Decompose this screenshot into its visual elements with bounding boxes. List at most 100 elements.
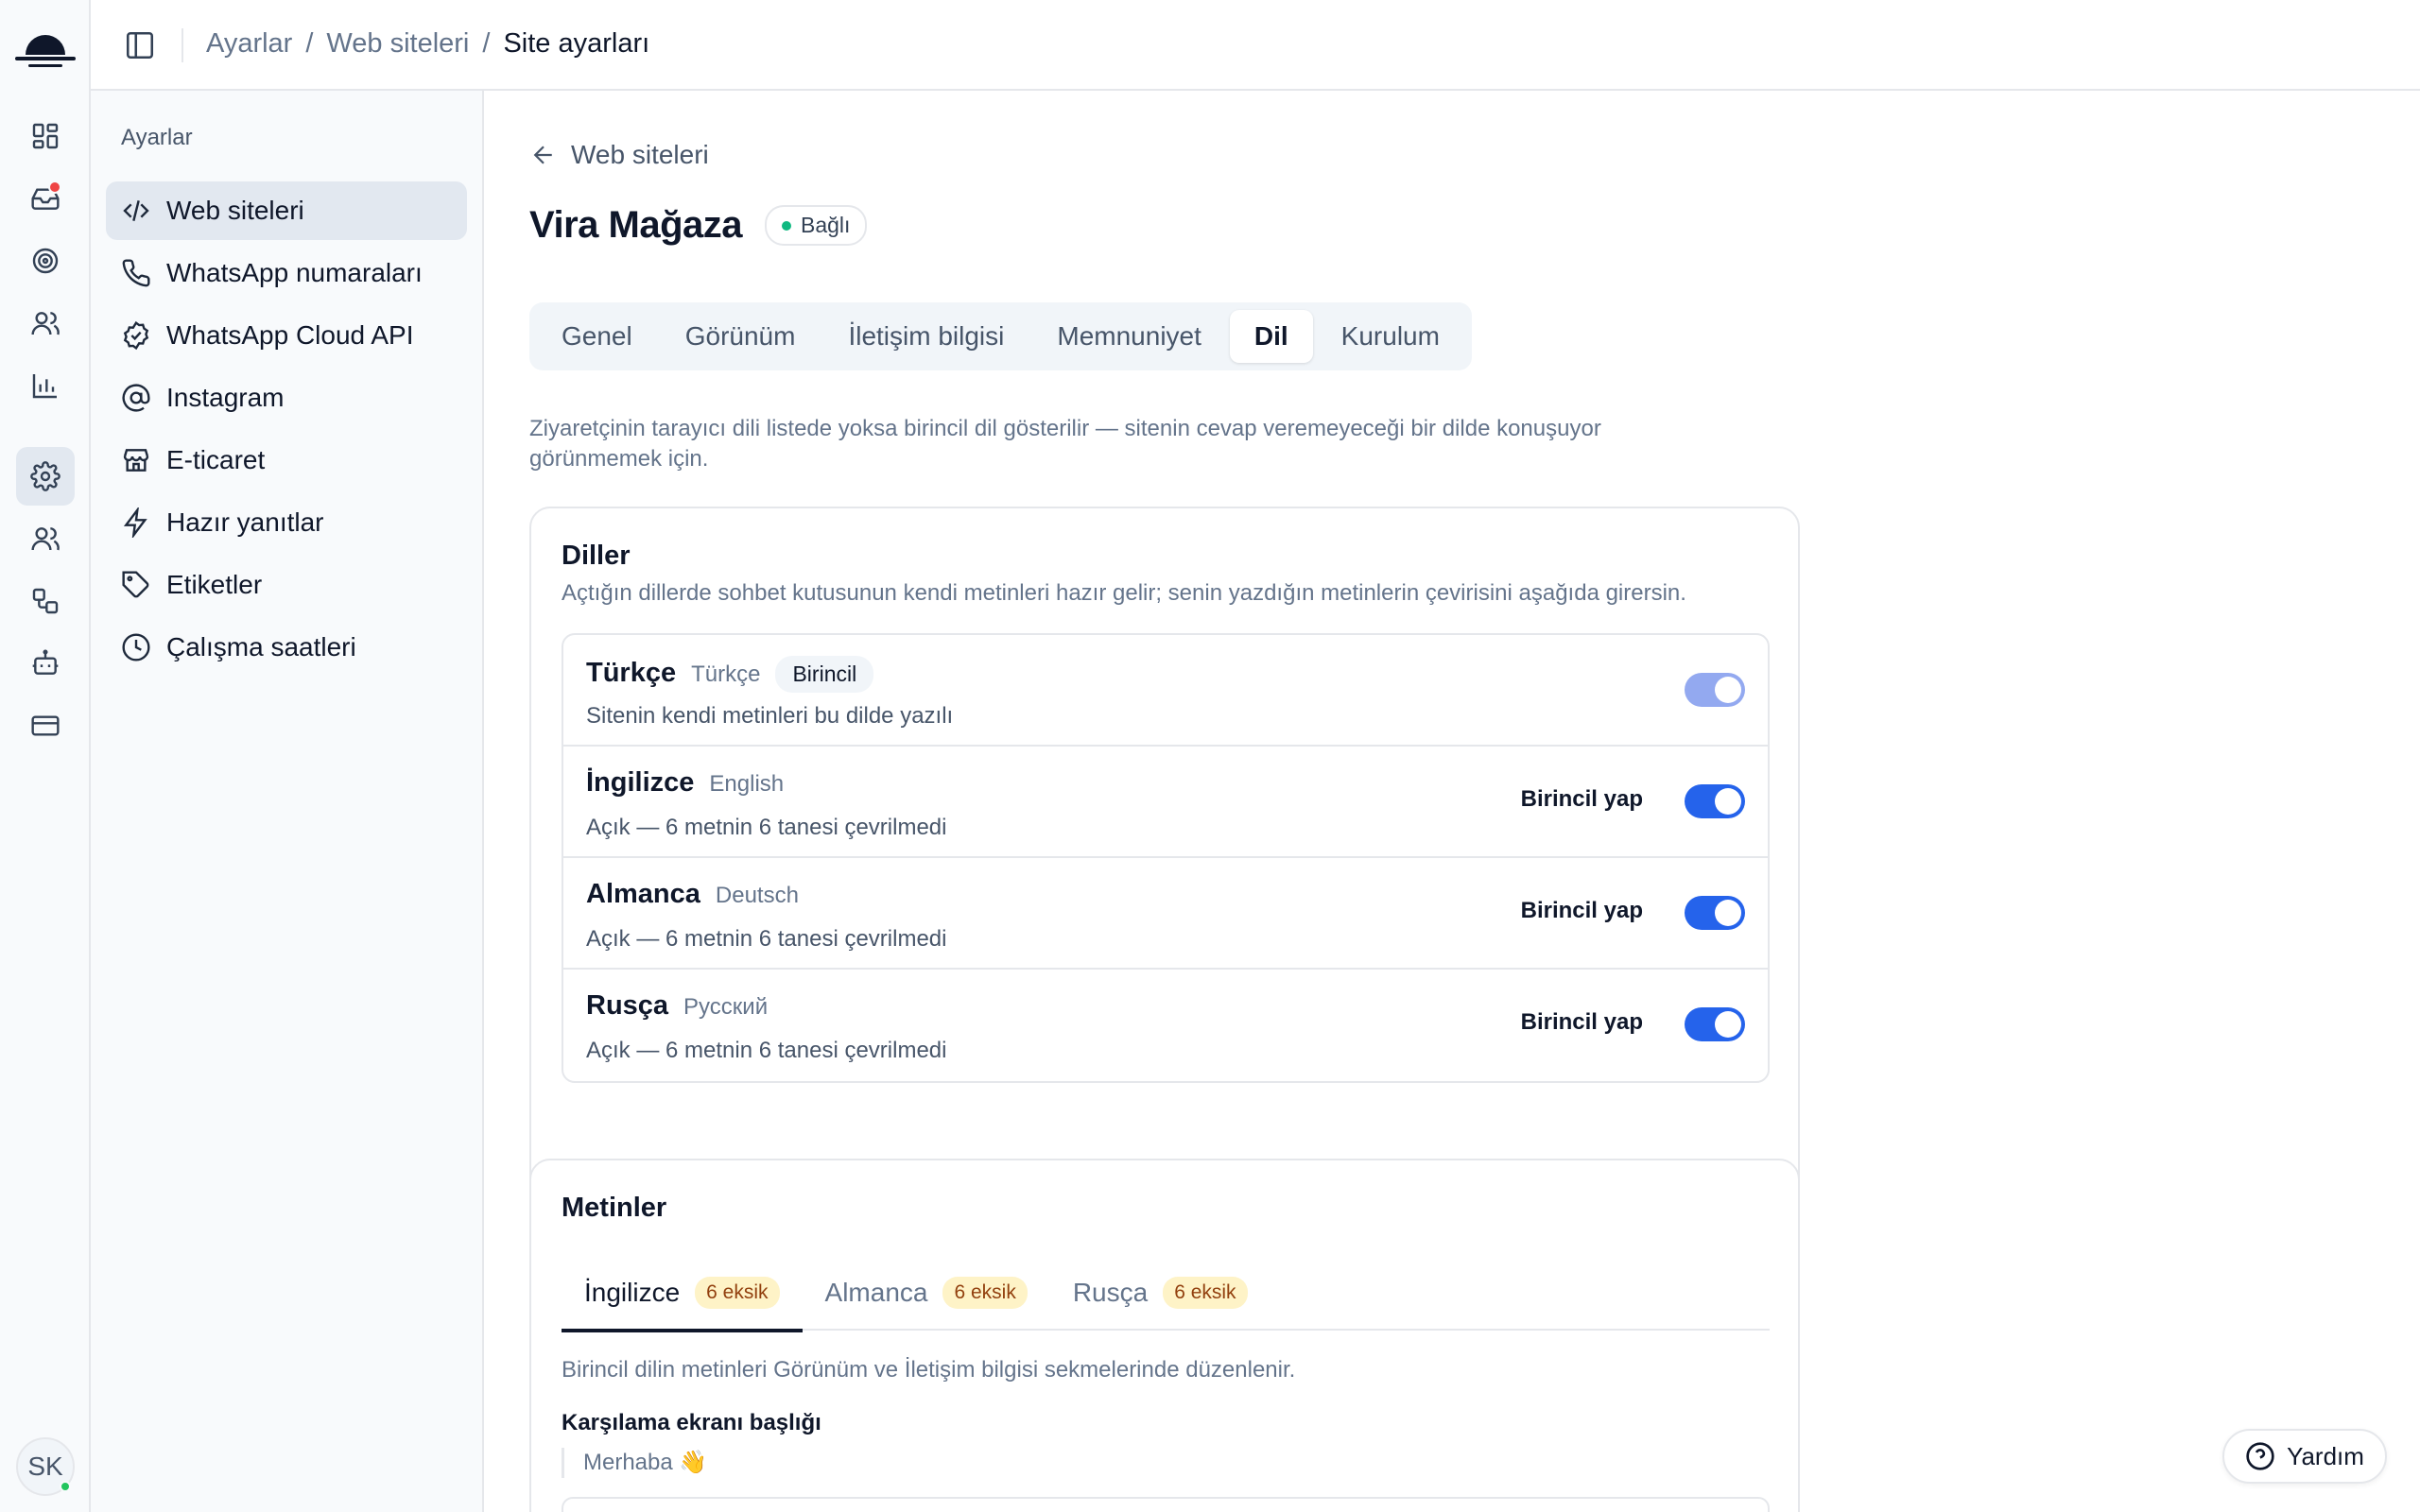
breadcrumb-separator: / [482, 28, 491, 59]
language-name: Türkçe [586, 658, 677, 688]
phone-icon [122, 259, 150, 287]
lightning-icon [123, 507, 147, 538]
main-content: Web siteleri Vira Mağaza Bağlı Genel Gör… [484, 91, 2420, 1512]
sidebar-item-label: Instagram [166, 383, 285, 412]
field-label: Karşılama ekranı başlığı [562, 1410, 821, 1435]
sidebar-item-whatsapp-cloud-api[interactable]: WhatsApp Cloud API [106, 306, 467, 365]
status-dot [782, 220, 791, 231]
dashboard-icon[interactable] [16, 107, 75, 165]
translation-tabs: İngilizce 6 eksik Almanca 6 eksik Rusça … [562, 1255, 1770, 1332]
missing-badge: 6 eksik [1163, 1277, 1248, 1309]
language-toggle-turkish [1685, 673, 1745, 707]
language-toggle-english[interactable] [1685, 784, 1745, 818]
language-row-turkish: Türkçe Türkçe Birincil Sitenin kendi met… [563, 635, 1768, 747]
help-button[interactable]: Yardım [2222, 1429, 2387, 1484]
make-primary-button-russian[interactable]: Birincil yap [1521, 1009, 1643, 1036]
contacts-icon[interactable] [16, 294, 75, 352]
target-icon[interactable] [16, 232, 75, 290]
bot-icon[interactable] [16, 634, 75, 693]
language-native-name: English [709, 771, 785, 797]
breadcrumb-websites[interactable]: Web siteleri [326, 28, 469, 60]
settings-tabs: Genel Görünüm İletişim bilgisi Memnuniye… [529, 302, 1472, 370]
chart-icon[interactable] [16, 356, 75, 415]
language-name-group: Türkçe Türkçe Birincil [586, 656, 874, 693]
sidebar-item-e-commerce[interactable]: E-ticaret [106, 431, 467, 490]
sidebar-item-working-hours[interactable]: Çalışma saatleri [106, 618, 467, 677]
language-meta: Açık — 6 metnin 6 tanesi çevrilmedi [586, 1038, 947, 1063]
icon-rail: SK [0, 0, 91, 1512]
clock-icon [122, 633, 150, 662]
sidebar-item-label: Hazır yanıtlar [166, 507, 324, 537]
translation-tab-english[interactable]: İngilizce 6 eksik [562, 1255, 803, 1332]
breadcrumb-settings[interactable]: Ayarlar [206, 28, 292, 60]
translation-input[interactable] [562, 1497, 1770, 1512]
language-row-german: Almanca Deutsch Açık — 6 metnin 6 tanesi… [563, 858, 1768, 970]
language-name-group: Rusça Русский [586, 990, 768, 1022]
source-text: Merhaba 👋 [562, 1448, 707, 1478]
sidebar-heading: Ayarlar [121, 125, 193, 150]
sidebar-item-whatsapp-numbers[interactable]: WhatsApp numaraları [106, 244, 467, 302]
tab-general[interactable]: Genel [537, 310, 657, 363]
page-title: Vira Mağaza [529, 204, 743, 246]
page-header: Vira Mağaza Bağlı [529, 204, 868, 247]
sidebar-item-tags[interactable]: Etiketler [106, 556, 467, 614]
sidebar-item-web-sites[interactable]: Web siteleri [106, 181, 467, 240]
divider [182, 28, 183, 62]
tab-satisfaction[interactable]: Memnuniyet [1032, 310, 1226, 363]
language-name: Almanca [586, 879, 700, 909]
sidebar-item-quick-replies[interactable]: Hazır yanıtlar [106, 493, 467, 552]
language-native-name: Deutsch [715, 883, 799, 908]
status-badge: Bağlı [765, 205, 868, 246]
billing-card-icon[interactable] [16, 696, 75, 755]
language-row-russian: Rusça Русский Açık — 6 metnin 6 tanesi ç… [563, 970, 1768, 1081]
tag-icon [122, 571, 149, 598]
at-sign-icon [122, 384, 150, 412]
badge-check-icon [123, 320, 149, 351]
integrations-icon[interactable] [16, 572, 75, 630]
team-icon[interactable] [16, 509, 75, 568]
user-avatar[interactable]: SK [16, 1437, 75, 1496]
texts-card-title: Metinler [562, 1193, 667, 1223]
translation-tab-label: Almanca [824, 1278, 928, 1307]
tab-setup[interactable]: Kurulum [1317, 310, 1464, 363]
language-meta: Açık — 6 metnin 6 tanesi çevrilmedi [586, 815, 947, 840]
language-name: İngilizce [586, 767, 695, 798]
language-toggle-russian[interactable] [1685, 1007, 1745, 1041]
online-status-dot [60, 1481, 71, 1492]
avatar-initials: SK [27, 1452, 63, 1481]
notification-dot [48, 180, 61, 194]
language-toggle-german[interactable] [1685, 896, 1745, 930]
settings-sidebar: Ayarlar Web siteleri WhatsApp numaraları… [91, 91, 484, 1512]
languages-card: Diller Açtığın dillerde sohbet kutusunun… [529, 507, 1800, 1204]
logo-icon[interactable] [15, 19, 76, 72]
sidebar-item-label: Çalışma saatleri [166, 632, 356, 662]
language-name-group: Almanca Deutsch [586, 879, 799, 910]
arrow-left-icon [533, 146, 552, 164]
help-circle-icon [2246, 1442, 2274, 1470]
sidebar-item-label: Etiketler [166, 570, 263, 599]
tab-contact-info[interactable]: İletişim bilgisi [823, 310, 1028, 363]
tab-appearance[interactable]: Görünüm [661, 310, 821, 363]
sidebar-item-label: E-ticaret [166, 445, 266, 474]
settings-icon[interactable] [16, 447, 75, 506]
language-description: Ziyaretçinin tarayıcı dili listede yoksa… [529, 416, 1601, 472]
sidebar-item-instagram[interactable]: Instagram [106, 369, 467, 427]
inbox-icon[interactable] [16, 169, 75, 228]
sidebar-item-label: WhatsApp Cloud API [166, 320, 414, 350]
translation-tab-german[interactable]: Almanca 6 eksik [803, 1255, 1050, 1331]
back-link[interactable]: Web siteleri [529, 140, 709, 170]
store-icon [123, 449, 149, 472]
language-native-name: Türkçe [691, 662, 761, 687]
language-meta: Sitenin kendi metinleri bu dilde yazılı [586, 703, 954, 729]
translation-tab-russian[interactable]: Rusça 6 eksik [1050, 1255, 1270, 1331]
tab-language[interactable]: Dil [1229, 310, 1313, 363]
make-primary-button-english[interactable]: Birincil yap [1521, 786, 1643, 813]
breadcrumb-current: Site ayarları [503, 28, 650, 59]
sidebar-toggle-icon[interactable] [119, 25, 161, 66]
translation-tab-label: Rusça [1072, 1278, 1149, 1307]
language-name-group: İngilizce English [586, 767, 784, 799]
make-primary-button-german[interactable]: Birincil yap [1521, 898, 1643, 924]
status-label: Bağlı [801, 213, 851, 237]
language-name: Rusça [586, 990, 669, 1021]
language-native-name: Русский [683, 994, 769, 1020]
